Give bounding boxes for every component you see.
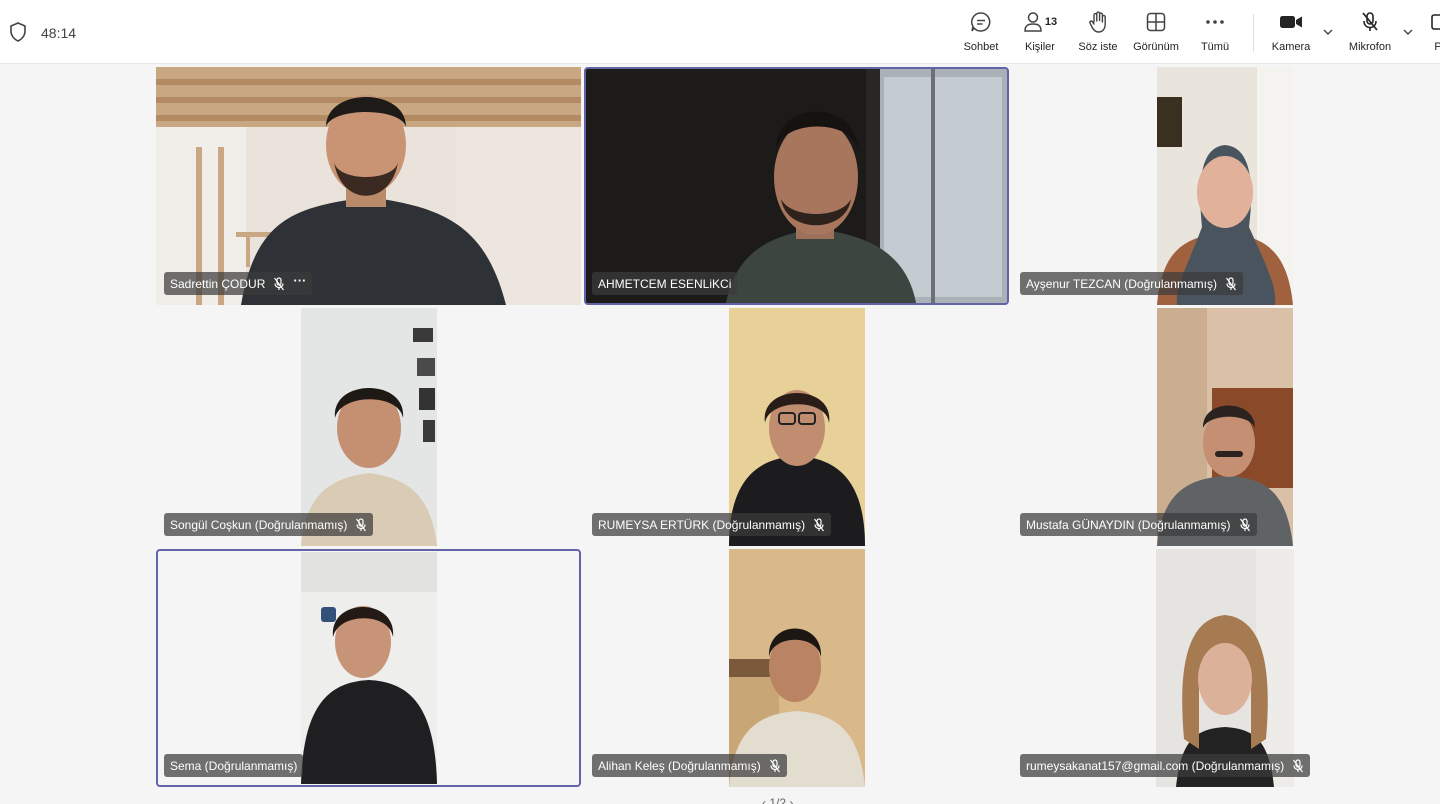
gallery-pager[interactable]: ‹ 1/2 › <box>762 796 793 804</box>
raise-hand-button[interactable]: Söz iste <box>1078 10 1118 58</box>
participant-video <box>1157 67 1293 305</box>
mic-muted-icon <box>1239 517 1250 531</box>
participant-nametag: RUMEYSA ERTÜRK (Doğrulanmamış) <box>592 513 832 536</box>
microphone-button[interactable]: Mikrofon <box>1346 10 1394 58</box>
participant-name: AHMETCEM ESENLiKCi <box>598 276 732 291</box>
mic-muted-icon <box>1225 276 1236 290</box>
mic-off-icon <box>1358 10 1382 34</box>
participant-name: Ayşenur TEZCAN (Doğrulanmamış) <box>1026 276 1217 291</box>
participant-tile-active-speaker[interactable]: AHMETCEM ESENLiKCi <box>584 67 1009 305</box>
participant-nametag: Alihan Keleş (Doğrulanmamış) <box>592 754 787 777</box>
camera-button[interactable]: Kamera <box>1270 10 1312 58</box>
participant-video <box>301 308 437 546</box>
participant-video <box>586 69 1007 303</box>
mic-muted-icon <box>274 276 285 290</box>
participant-nametag: Songül Coşkun (Doğrulanmamış) <box>164 513 374 536</box>
participant-nametag: Mustafa GÜNAYDIN (Doğrulanmamış) <box>1020 513 1257 536</box>
more-button[interactable]: Tümü <box>1198 10 1232 58</box>
microphone-label: Mikrofon <box>1348 41 1392 53</box>
participant-video <box>156 67 581 305</box>
mic-muted-icon <box>769 758 780 772</box>
participant-tile[interactable]: RUMEYSA ERTÜRK (Doğrulanmamış) <box>584 308 1009 546</box>
participant-tile[interactable]: rumeysakanat157@gmail.com (Doğrulanmamış… <box>1012 549 1437 787</box>
camera-icon <box>1279 10 1303 34</box>
raise-hand-icon <box>1086 10 1110 34</box>
participant-nametag: AHMETCEM ESENLiKCi <box>592 272 738 295</box>
shield-icon <box>10 22 26 42</box>
mic-muted-icon <box>1293 758 1304 772</box>
meeting-toolbar: 48:14 Sohbet 13 Kişiler Söz iste Görünüm… <box>0 0 1440 64</box>
people-icon <box>1024 12 1042 32</box>
participant-video <box>729 308 865 546</box>
participant-tile[interactable]: Sadrettin ÇODUR ··· <box>156 67 581 305</box>
participant-name: Sadrettin ÇODUR <box>170 276 266 291</box>
people-button[interactable]: 13 Kişiler <box>1020 10 1060 58</box>
camera-label: Kamera <box>1271 41 1311 53</box>
participant-nametag: Sadrettin ÇODUR ··· <box>164 272 313 295</box>
chat-button[interactable]: Sohbet <box>962 10 1000 58</box>
raise-hand-label: Söz iste <box>1078 41 1118 53</box>
participant-nametag: Sema (Doğrulanmamış) <box>164 754 304 777</box>
participant-video <box>1156 549 1294 787</box>
mic-options-chevron-icon[interactable] <box>1402 26 1414 38</box>
chat-icon <box>969 10 993 34</box>
participant-video <box>729 549 865 787</box>
participant-tile-active-speaker[interactable]: Sema (Doğrulanmamış) <box>156 549 581 787</box>
participant-tile[interactable]: Ayşenur TEZCAN (Doğrulanmamış) <box>1012 67 1437 305</box>
share-icon <box>1430 10 1440 34</box>
more-icon <box>1203 10 1227 34</box>
people-label: Kişiler <box>1025 41 1055 53</box>
participant-name: RUMEYSA ERTÜRK (Doğrulanmamış) <box>598 517 806 532</box>
participant-name: rumeysakanat157@gmail.com (Doğrulanmamış… <box>1026 758 1285 773</box>
participant-tile[interactable]: Alihan Keleş (Doğrulanmamış) <box>584 549 1009 787</box>
participant-more-options[interactable]: ··· <box>293 273 306 288</box>
participant-nametag: rumeysakanat157@gmail.com (Doğrulanmamış… <box>1020 754 1311 777</box>
mic-muted-icon <box>356 517 367 531</box>
participant-video <box>1157 308 1293 546</box>
participant-nametag: Ayşenur TEZCAN (Doğrulanmamış) <box>1020 272 1243 295</box>
camera-options-chevron-icon[interactable] <box>1322 26 1334 38</box>
share-label: P <box>1434 41 1440 53</box>
view-grid-icon <box>1144 10 1168 34</box>
toolbar-divider <box>1253 14 1254 52</box>
meeting-timer: 48:14 <box>41 25 77 41</box>
more-label: Tümü <box>1200 41 1230 53</box>
share-button[interactable]: P <box>1430 10 1440 58</box>
view-label: Görünüm <box>1133 41 1179 53</box>
participant-tile[interactable]: Mustafa GÜNAYDIN (Doğrulanmamış) <box>1012 308 1437 546</box>
participant-video <box>301 552 437 784</box>
people-count: 13 <box>1044 16 1058 28</box>
participant-tile[interactable]: Songül Coşkun (Doğrulanmamış) <box>156 308 581 546</box>
chat-label: Sohbet <box>963 41 999 53</box>
participant-name: Alihan Keleş (Doğrulanmamış) <box>598 758 761 773</box>
participant-name: Sema (Doğrulanmamış) <box>170 758 298 773</box>
view-button[interactable]: Görünüm <box>1132 10 1180 58</box>
participant-name: Songül Coşkun (Doğrulanmamış) <box>170 517 348 532</box>
participant-name: Mustafa GÜNAYDIN (Doğrulanmamış) <box>1026 517 1231 532</box>
mic-muted-icon <box>814 517 825 531</box>
